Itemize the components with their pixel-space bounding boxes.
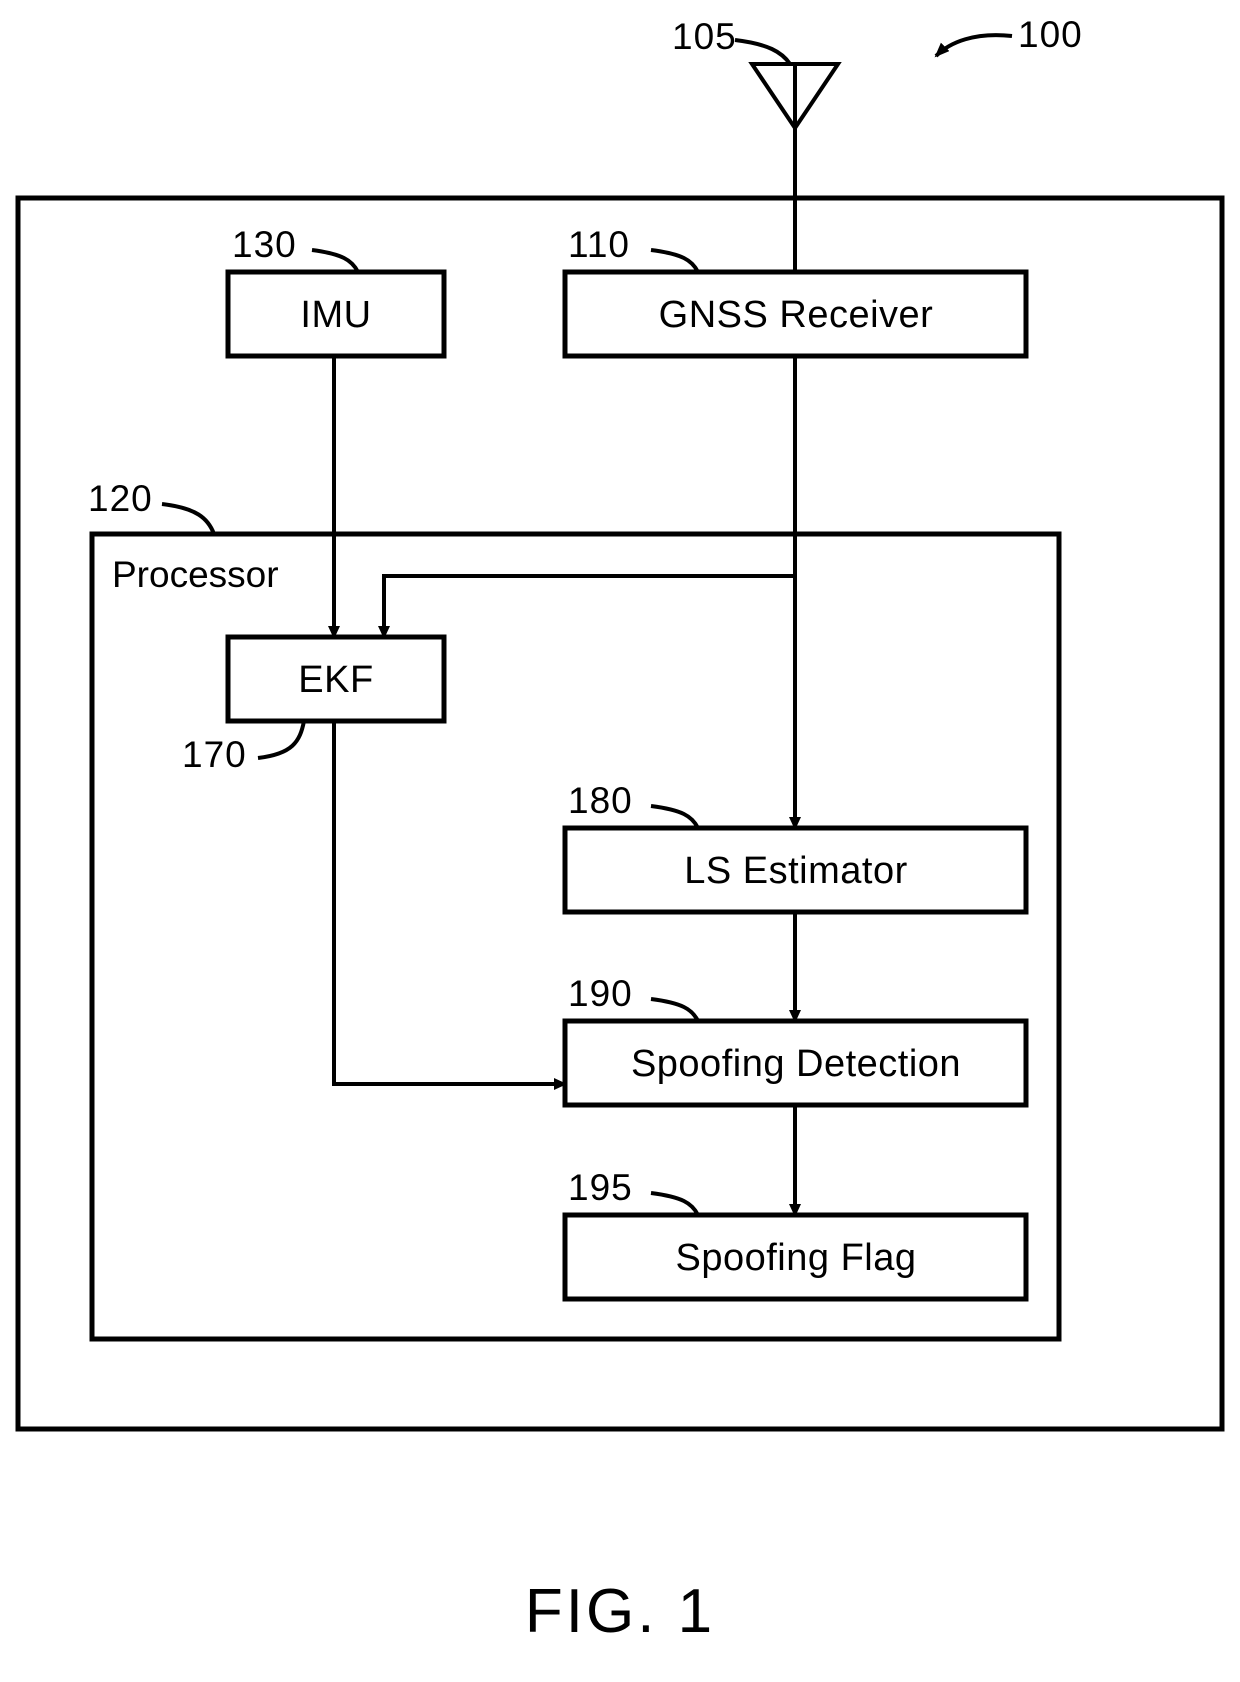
ref-num-190: 190 <box>568 973 633 1014</box>
spoofing-flag-label: Spoofing Flag <box>675 1237 917 1279</box>
ref-100-leader <box>934 33 1013 58</box>
ref-num-120: 120 <box>88 478 153 519</box>
spoofing-detection-label: Spoofing Detection <box>630 1043 962 1085</box>
ref-num-105: 105 <box>672 16 737 57</box>
ekf-to-spoofing-detection-arrow <box>332 721 567 1090</box>
gnss-to-ekf-arrow <box>378 574 795 639</box>
imu-label: IMU <box>300 294 372 336</box>
ref-195-leader <box>650 1191 700 1216</box>
processor-label: Processor <box>112 554 279 595</box>
ref-190-leader <box>650 997 700 1022</box>
ref-num-130: 130 <box>232 224 297 265</box>
ref-num-195: 195 <box>568 1167 633 1208</box>
ref-num-170: 170 <box>182 734 247 775</box>
figure-caption: FIG. 1 <box>524 1577 716 1646</box>
ls-estimator-label: LS Estimator <box>684 850 908 892</box>
ekf-label: EKF <box>298 659 374 701</box>
ref-num-110: 110 <box>568 224 630 265</box>
gnss-receiver-label: GNSS Receiver <box>658 294 934 336</box>
ref-num-100: 100 <box>1018 14 1083 55</box>
patent-figure: 105 100 130 110 120 170 180 190 195 Proc… <box>0 0 1240 1682</box>
ref-110-leader <box>650 248 700 273</box>
ref-120-leader <box>161 502 216 535</box>
ref-170-leader <box>257 720 306 760</box>
ref-105-leader <box>734 38 792 66</box>
ref-num-180: 180 <box>568 780 633 821</box>
ref-130-leader <box>311 248 360 273</box>
processor-enclosure-rect <box>89 531 1062 1342</box>
ref-180-leader <box>650 804 700 829</box>
